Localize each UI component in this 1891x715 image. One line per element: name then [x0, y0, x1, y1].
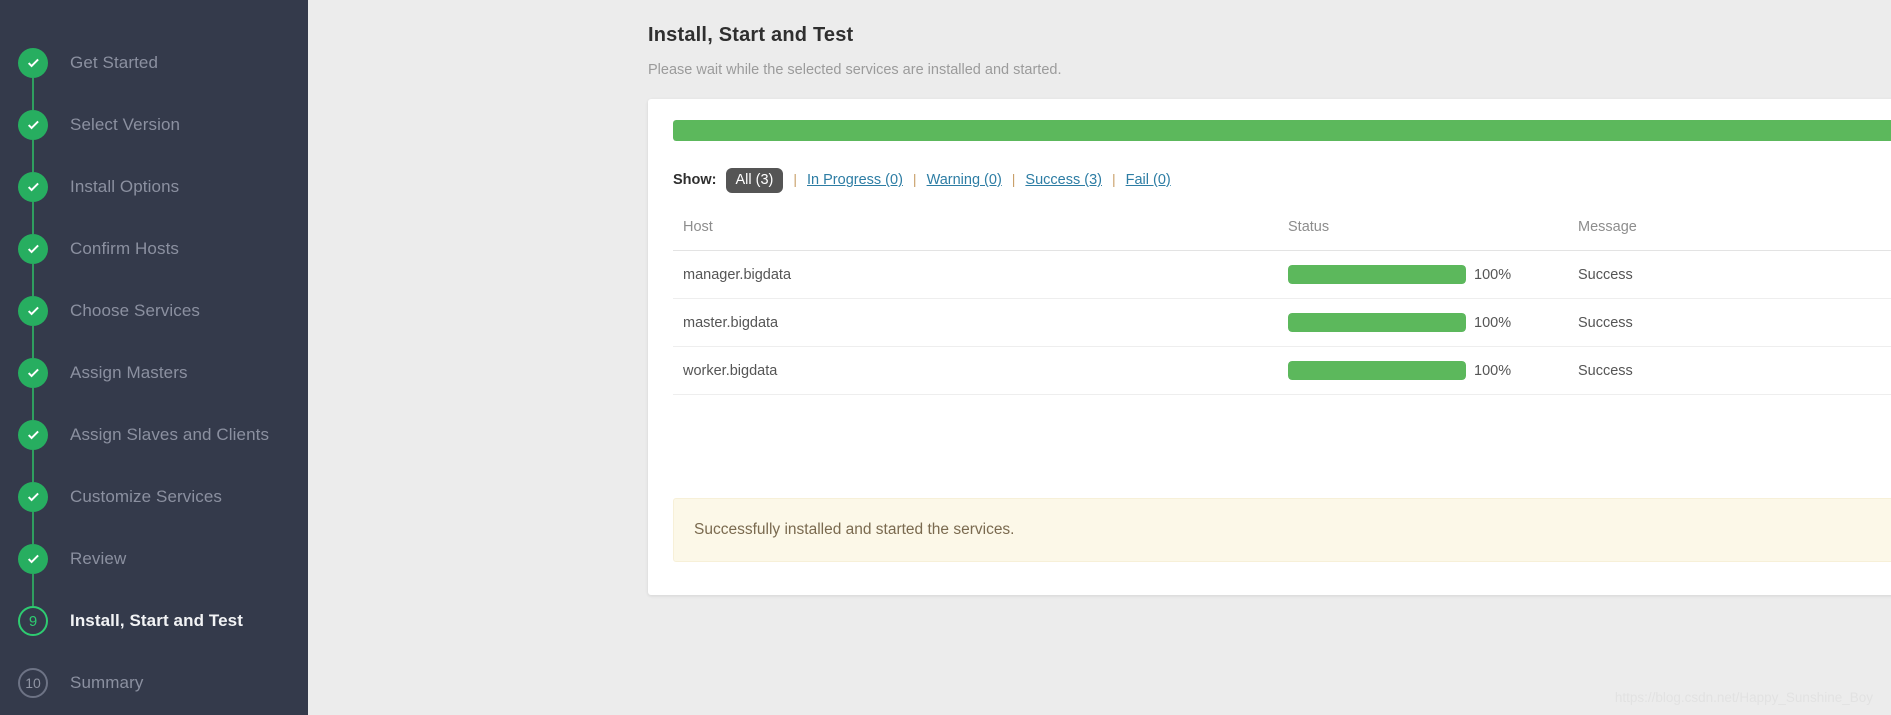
filter-separator: |: [1011, 171, 1016, 187]
sidebar-step-label: Review: [70, 549, 127, 568]
sidebar-step-label: Install Options: [70, 177, 180, 196]
status-progress: 100%: [1288, 361, 1568, 380]
check-icon: [18, 482, 48, 512]
watermark: https://blog.csdn.net/Happy_Sunshine_Boy: [1614, 690, 1873, 705]
table-row[interactable]: manager.bigdata 100% Success: [673, 250, 1891, 299]
filter-in-progress-0[interactable]: In Progress (0): [807, 172, 903, 188]
filter-warning-0[interactable]: Warning (0): [927, 172, 1002, 188]
filter-separator: |: [793, 171, 798, 187]
check-icon: [18, 420, 48, 450]
sidebar-step-assign-masters[interactable]: Assign Masters: [0, 342, 308, 420]
row-progress-bar: [1288, 265, 1466, 284]
wizard-page: Get Started Select Version Install Options…: [0, 0, 1891, 715]
sidebar-step-label: Choose Services: [70, 301, 201, 320]
step-number-badge: 10: [18, 668, 48, 698]
step-number-badge: 9: [18, 606, 48, 636]
sidebar-step-install-options[interactable]: Install Options: [0, 156, 308, 234]
success-alert-message: Successfully installed and started the s…: [694, 521, 1015, 538]
sidebar-step-label: Customize Services: [70, 487, 223, 506]
sidebar-step-label: Assign Slaves and Clients: [70, 425, 270, 444]
sidebar-step-label: Assign Masters: [70, 363, 188, 382]
show-label: Show:: [673, 171, 717, 188]
cell-host: worker.bigdata: [673, 346, 1278, 395]
page-title: Install, Start and Test: [648, 24, 854, 46]
check-icon: [18, 296, 48, 326]
sidebar-step-label: Select Version: [70, 115, 181, 134]
sidebar-step-summary[interactable]: 10 Summary: [0, 652, 308, 714]
status-progress: 100%: [1288, 265, 1568, 284]
cell-host: manager.bigdata: [673, 250, 1278, 299]
table-row[interactable]: master.bigdata 100% Success: [673, 298, 1891, 347]
cell-status: 100%: [1278, 298, 1568, 347]
install-progress-card: 100 % overall Show: All (3) | In Progress …: [648, 99, 1891, 595]
main-content: Install, Start and Test Please wait whil…: [308, 0, 1891, 715]
cell-message: Success: [1568, 298, 1891, 347]
success-alert: Successfully installed and started the s…: [673, 498, 1891, 562]
check-icon: [18, 358, 48, 388]
sidebar-step-label: Summary: [70, 673, 144, 692]
overall-progress-bar: [673, 120, 1891, 141]
sidebar-step-confirm-hosts[interactable]: Confirm Hosts: [0, 218, 308, 296]
hosts-table-body: manager.bigdata 100% Success master.bigdata…: [673, 250, 1891, 395]
sidebar-step-label: Confirm Hosts: [70, 239, 179, 258]
sidebar-step-label: Install, Start and Test: [70, 611, 243, 630]
filter-separator: |: [912, 171, 917, 187]
wizard-sidebar: Get Started Select Version Install Options…: [0, 0, 308, 715]
overall-progress-row: 100 % overall: [673, 120, 1891, 141]
status-progress: 100%: [1288, 313, 1568, 332]
check-icon: [18, 234, 48, 264]
hosts-table: Host Status Message manager.bigdata 100% S…: [673, 207, 1891, 395]
sidebar-step-get-started[interactable]: Get Started: [0, 32, 308, 110]
row-progress-percent: 100%: [1474, 362, 1512, 379]
sidebar-step-label: Get Started: [70, 53, 159, 72]
status-filter-row: Show: All (3) | In Progress (0) | Warning (0…: [673, 168, 1171, 193]
sidebar-step-review[interactable]: Review: [0, 528, 308, 606]
table-header-row: Host Status Message: [673, 207, 1891, 251]
page-subtitle: Please wait while the selected services …: [648, 62, 1062, 78]
overall-progress-fill: [673, 120, 1891, 141]
filter-all-3[interactable]: All (3): [725, 168, 784, 193]
column-header-status: Status: [1278, 207, 1568, 251]
cell-message: Success: [1568, 250, 1891, 299]
filter-items: All (3) | In Progress (0) | Warning (0) | Succ…: [725, 168, 1171, 193]
row-progress-fill: [1288, 361, 1466, 380]
row-progress-fill: [1288, 313, 1466, 332]
cell-status: 100%: [1278, 346, 1568, 395]
cell-host: master.bigdata: [673, 298, 1278, 347]
column-header-host: Host: [673, 207, 1278, 251]
row-progress-bar: [1288, 361, 1466, 380]
filter-fail-0[interactable]: Fail (0): [1126, 172, 1171, 188]
sidebar-step-customize-services[interactable]: Customize Services: [0, 466, 308, 544]
filter-separator: |: [1111, 171, 1116, 187]
sidebar-step-assign-slaves-and-clients[interactable]: Assign Slaves and Clients: [0, 404, 308, 482]
filter-success-3[interactable]: Success (3): [1025, 172, 1102, 188]
check-icon: [18, 544, 48, 574]
sidebar-step-install-start-and-test[interactable]: 9 Install, Start and Test: [0, 590, 308, 652]
table-row[interactable]: worker.bigdata 100% Success: [673, 346, 1891, 395]
row-progress-percent: 100%: [1474, 266, 1512, 283]
cell-status: 100%: [1278, 250, 1568, 299]
column-header-message: Message: [1568, 207, 1891, 251]
check-icon: [18, 110, 48, 140]
row-progress-bar: [1288, 313, 1466, 332]
check-icon: [18, 172, 48, 202]
row-progress-percent: 100%: [1474, 314, 1512, 331]
row-progress-fill: [1288, 265, 1466, 284]
cell-message: Success: [1568, 346, 1891, 395]
sidebar-step-choose-services[interactable]: Choose Services: [0, 280, 308, 358]
sidebar-step-select-version[interactable]: Select Version: [0, 94, 308, 172]
check-icon: [18, 48, 48, 78]
